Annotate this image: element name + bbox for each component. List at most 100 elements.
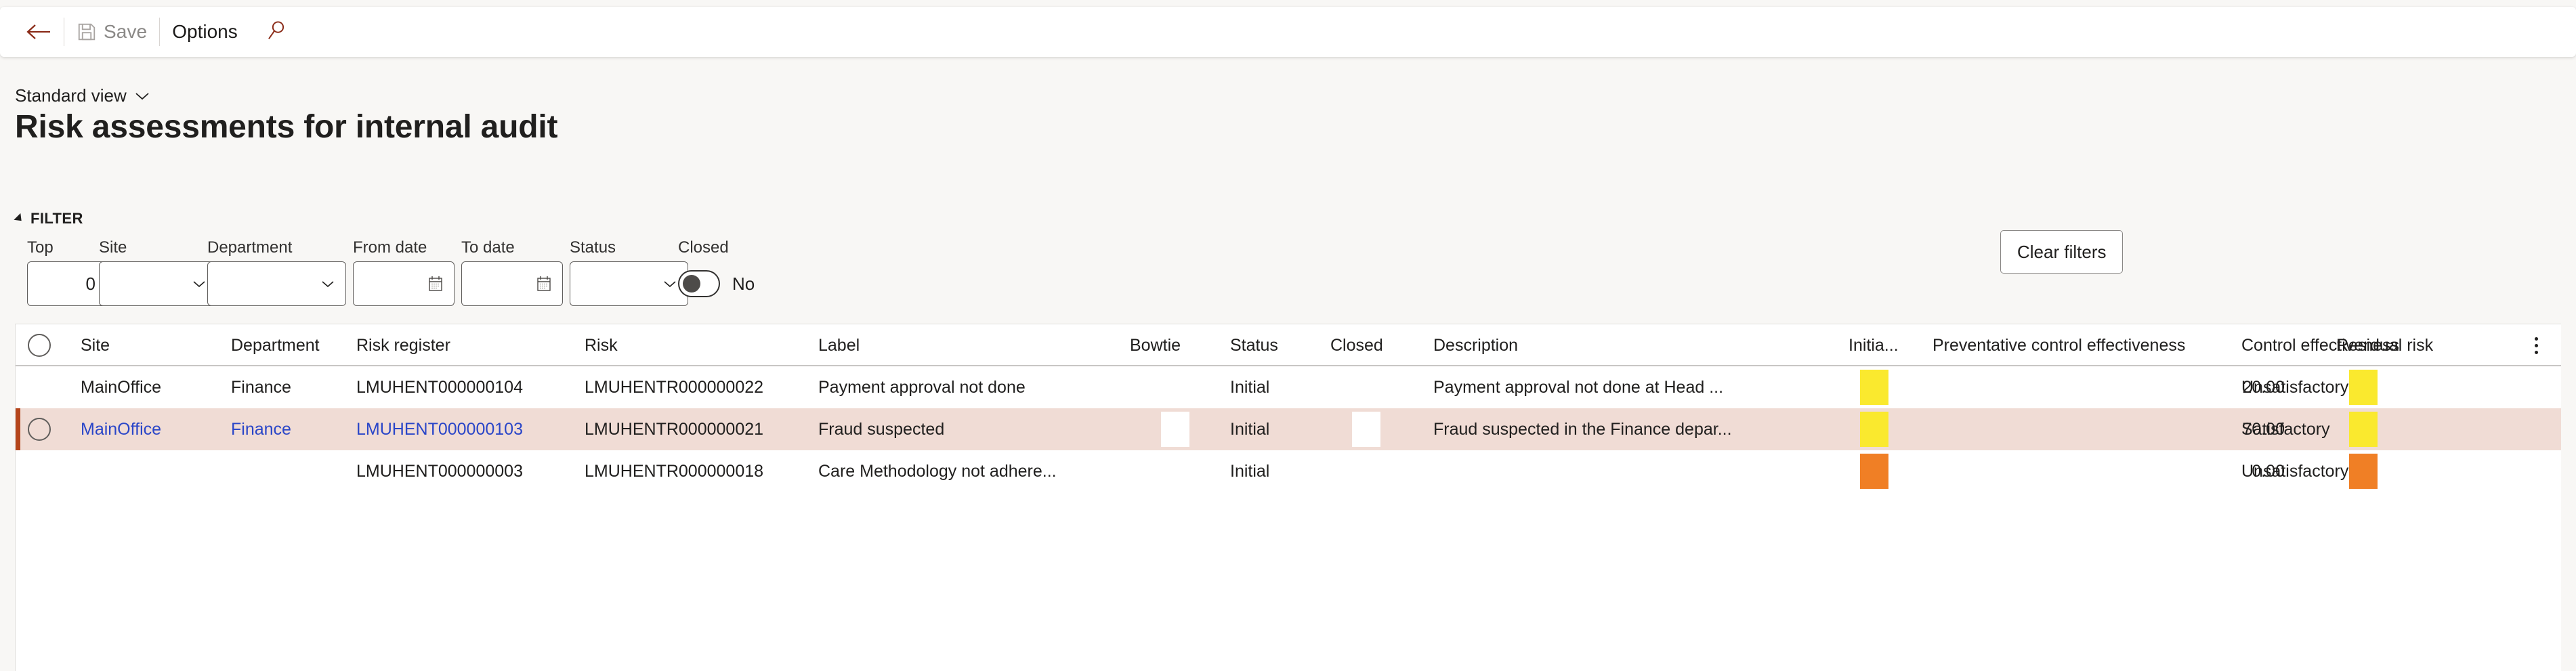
filter-field-status: Status [570,238,688,306]
residual-risk-color-swatch [2349,454,2378,489]
row-select-cell[interactable] [28,408,62,450]
initial-risk-color-swatch [1860,454,1888,489]
row-select-circle-icon [28,418,51,441]
to-date-input[interactable] [461,261,563,306]
row-bowtie[interactable] [1161,408,1202,450]
row-risk: LMUHENTR000000021 [585,419,764,439]
column-header-bowtie[interactable]: Bowtie [1130,324,1204,366]
column-header-preventative-control-effectiveness[interactable]: Preventative control effectiveness [1933,324,2285,366]
calendar-icon[interactable] [536,276,551,292]
row-select-circle-icon [28,334,51,357]
filter-field-to-date: To date [461,238,563,306]
table-row[interactable]: LMUHENT000000003 LMUHENTR000000018 Care … [16,450,2561,492]
filter-label-to-date: To date [461,238,515,257]
column-header-label[interactable]: Label [818,324,994,366]
row-risk-register: LMUHENT000000104 [356,377,523,397]
row-closed [1330,450,1405,492]
column-header-status[interactable]: Status [1230,324,1305,366]
column-header-department[interactable]: Department [231,324,346,366]
column-header-closed[interactable]: Closed [1330,324,1405,366]
filter-fields-row: Top 0 Site Department From date To date … [0,238,2576,313]
back-arrow-icon [26,22,51,41]
row-department[interactable]: Finance [231,408,346,450]
column-header-site[interactable]: Site [81,324,169,366]
from-date-input[interactable] [353,261,455,306]
site-dropdown[interactable] [99,261,217,306]
row-risk-register[interactable]: LMUHENT000000103 [356,408,580,450]
filter-label-site: Site [99,238,127,257]
row-label: Care Methodology not adhere... [818,461,1057,481]
status-dropdown[interactable] [570,261,688,306]
save-label: Save [104,21,148,42]
row-site[interactable]: MainOffice [81,408,189,450]
save-disk-icon [77,22,97,42]
grid-header-row: Site Department Risk register Risk Label… [16,324,2561,366]
view-selector[interactable]: Standard view [15,85,150,106]
initial-risk-color-swatch [1860,412,1888,447]
row-preventative-control-effectiveness: 70.00 [2242,419,2285,439]
options-label: Options [172,21,238,42]
row-closed [1330,366,1405,408]
closed-toggle-wrap: No [678,261,814,306]
row-department: Finance [231,377,291,397]
top-input[interactable]: 0 [27,261,108,306]
row-initial-risk-swatch [1860,366,1901,408]
filter-field-closed: Closed No [678,238,814,306]
department-dropdown[interactable] [207,261,346,306]
closed-toggle-state: No [732,273,755,294]
row-bowtie [1130,366,1204,408]
kebab-menu-icon [2534,337,2538,354]
filter-section-header[interactable]: FILTER [14,210,83,228]
options-button[interactable]: Options [161,11,249,53]
page-title: Risk assessments for internal audit [15,109,558,145]
closed-toggle[interactable] [678,270,720,297]
row-risk-register: LMUHENT000000003 [356,461,523,481]
view-selector-label: Standard view [15,85,127,106]
column-header-risk[interactable]: Risk [585,324,754,366]
caret-expanded-icon [14,213,25,225]
row-closed[interactable] [1352,408,1393,450]
column-header-description[interactable]: Description [1433,324,1569,366]
clear-filters-button[interactable]: Clear filters [2000,230,2124,274]
row-residual-risk-swatch [2349,450,2390,492]
chevron-down-icon [135,91,150,101]
row-description: Fraud suspected in the Finance depar... [1433,419,1732,439]
chevron-down-icon [192,280,206,288]
select-all-cell[interactable] [28,324,62,366]
filter-label-department: Department [207,238,293,257]
filter-field-from-date: From date [353,238,455,306]
filter-label-status: Status [570,238,616,257]
toolbar-divider-2 [159,18,161,46]
toggle-knob-icon [683,275,700,293]
column-header-residual-risk[interactable]: Residual risk [2336,324,2506,366]
row-initial-risk-swatch [1860,450,1901,492]
residual-risk-color-swatch [2349,370,2378,405]
bowtie-checkbox-cell[interactable] [1161,412,1189,447]
column-header-risk-register[interactable]: Risk register [356,324,526,366]
row-status: Initial [1230,461,1270,481]
table-row[interactable]: MainOffice Finance LMUHENT000000103 LMUH… [16,408,2561,450]
grid-overflow-menu[interactable] [2526,324,2546,366]
search-button[interactable] [249,20,299,45]
row-site: MainOffice [81,377,162,397]
filter-field-top: Top 0 [27,238,108,306]
row-residual-risk-swatch [2349,366,2390,408]
filter-label-closed: Closed [678,238,729,257]
back-button[interactable] [15,11,62,53]
chevron-down-icon [321,280,335,288]
filter-field-site: Site [99,238,217,306]
row-preventative-control-effectiveness: 0.00 [2252,461,2285,481]
row-status: Initial [1230,419,1270,439]
column-header-initial-risk[interactable]: Initia... [1849,324,1923,366]
table-row[interactable]: MainOffice Finance LMUHENT000000104 LMUH… [16,366,2561,408]
initial-risk-color-swatch [1860,370,1888,405]
row-risk: LMUHENTR000000018 [585,461,764,481]
row-bowtie [1130,450,1204,492]
calendar-icon[interactable] [428,276,443,292]
top-input-value: 0 [85,273,96,294]
row-description [1433,450,1840,492]
save-button[interactable]: Save [66,11,158,53]
filter-label-from-date: From date [353,238,427,257]
row-preventative-control-effectiveness: 20.00 [2242,377,2285,397]
closed-checkbox-cell[interactable] [1352,412,1380,447]
